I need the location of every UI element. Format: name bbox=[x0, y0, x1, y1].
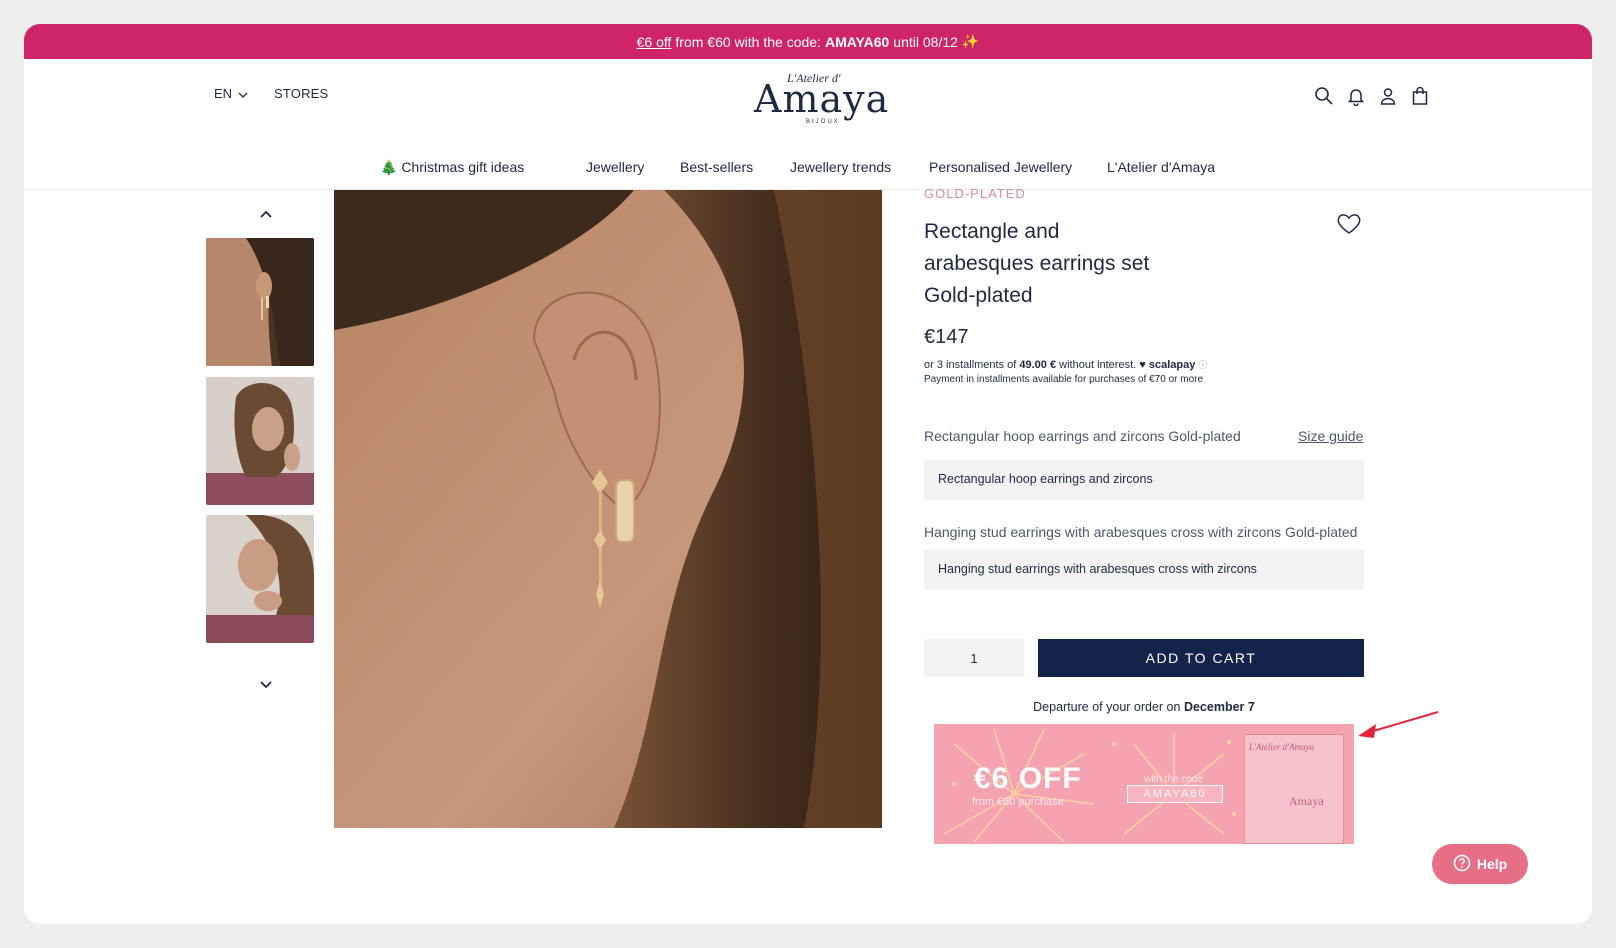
nav-item-best-sellers[interactable]: Best-sellers bbox=[680, 159, 753, 175]
product-title-line: arabesques earrings set bbox=[924, 252, 1150, 275]
language-selector[interactable]: EN bbox=[214, 86, 248, 101]
option2-label: Hanging stud earrings with arabesques cr… bbox=[924, 524, 1358, 540]
banner-subline: from €60 purchase bbox=[972, 796, 1064, 808]
language-label: EN bbox=[214, 86, 233, 101]
chevron-down-icon[interactable] bbox=[254, 674, 278, 694]
nav-item-personalised-jewellery[interactable]: Personalised Jewellery bbox=[929, 159, 1072, 175]
logo[interactable]: L'Atelier d' Amaya BIJOUX bbox=[752, 69, 888, 125]
promo-until: until 08/12 bbox=[893, 33, 958, 50]
add-to-cart-button[interactable]: ADD TO CART bbox=[1038, 639, 1364, 677]
sparkle-icon: ✨ bbox=[961, 33, 980, 49]
promo-text: from €60 with the code: bbox=[675, 33, 821, 50]
product-price: €147 bbox=[924, 326, 969, 348]
stores-link[interactable]: STORES bbox=[274, 86, 328, 101]
option2-select[interactable]: Hanging stud earrings with arabesques cr… bbox=[924, 550, 1364, 590]
browser-frame: €6 off from €60 with the code: AMAYA60 u… bbox=[24, 24, 1592, 924]
product-thumbnail[interactable] bbox=[206, 515, 314, 643]
departure-prefix: Departure of your order on bbox=[1033, 700, 1181, 714]
bag-icon[interactable] bbox=[1410, 86, 1430, 106]
banner-headline: €6 OFF bbox=[974, 762, 1082, 795]
chevron-up-icon[interactable] bbox=[254, 204, 278, 224]
banner-code: AMAYA60 bbox=[1127, 785, 1223, 803]
size-guide-link[interactable]: Size guide bbox=[1298, 428, 1363, 444]
promo-banner[interactable]: €6 OFF from €60 purchase with the code A… bbox=[934, 724, 1354, 844]
product-main-image[interactable] bbox=[334, 190, 882, 828]
product-category: GOLD-PLATED bbox=[924, 186, 1026, 201]
question-icon bbox=[1453, 854, 1471, 875]
user-icon[interactable] bbox=[1378, 86, 1398, 106]
nav-item-christmas-gift-ideas[interactable]: 🎄 Christmas gift ideas bbox=[380, 159, 524, 176]
logo-sub-text: BIJOUX bbox=[806, 119, 840, 125]
heart-icon[interactable] bbox=[1336, 212, 1362, 236]
bell-icon[interactable] bbox=[1346, 86, 1366, 106]
installments-suffix: without interest. bbox=[1059, 359, 1137, 371]
chevron-down-icon bbox=[238, 86, 248, 101]
help-label: Help bbox=[1476, 856, 1508, 872]
annotation-arrow-icon bbox=[1352, 708, 1442, 742]
info-icon[interactable]: ⓘ bbox=[1198, 360, 1207, 370]
logo-main-text: Amaya bbox=[754, 77, 890, 121]
product-thumbnail[interactable] bbox=[206, 238, 314, 366]
scalapay-logo[interactable]: ♥ scalapay bbox=[1139, 359, 1195, 371]
help-button[interactable]: Help bbox=[1432, 844, 1528, 884]
main-nav: 🎄 Christmas gift ideas Jewellery Best-se… bbox=[24, 144, 1592, 189]
search-icon[interactable] bbox=[1314, 86, 1334, 106]
shop-sign: L'Atelier d'Amaya bbox=[1249, 742, 1315, 752]
product-thumbnail[interactable] bbox=[206, 377, 314, 505]
nav-item-atelier-amaya[interactable]: L'Atelier d'Amaya bbox=[1107, 159, 1215, 175]
promo-link[interactable]: €6 off bbox=[637, 34, 672, 50]
product-title-line: Gold-plated bbox=[924, 284, 1033, 307]
nav-item-jewellery-trends[interactable]: Jewellery trends bbox=[790, 159, 891, 175]
installments-amount: 49.00 € bbox=[1019, 359, 1057, 371]
shop-name: Amaya bbox=[1289, 794, 1324, 808]
departure-date: December 7 bbox=[1183, 700, 1255, 714]
banner-with-code: with the code bbox=[1144, 774, 1203, 785]
promo-bar: €6 off from €60 with the code: AMAYA60 u… bbox=[24, 24, 1592, 59]
departure-info: Departure of your order on December 7 bbox=[924, 700, 1364, 714]
promo-code: AMAYA60 bbox=[824, 33, 890, 50]
option1-label: Rectangular hoop earrings and zircons Go… bbox=[924, 428, 1241, 444]
option1-select[interactable]: Rectangular hoop earrings and zircons bbox=[924, 460, 1364, 500]
quantity-input[interactable]: 1 bbox=[924, 639, 1024, 677]
installments-note: Payment in installments available for pu… bbox=[924, 374, 1204, 385]
installments-prefix: or 3 installments of bbox=[924, 359, 1017, 371]
product-title-line: Rectangle and bbox=[924, 220, 1060, 243]
product-title: Rectangle and arabesques earrings set Go… bbox=[924, 216, 1204, 312]
nav-item-jewellery[interactable]: Jewellery bbox=[586, 159, 644, 175]
installments-info: or 3 installments of 49.00 € without int… bbox=[924, 358, 1207, 371]
header-icons bbox=[1314, 86, 1430, 106]
